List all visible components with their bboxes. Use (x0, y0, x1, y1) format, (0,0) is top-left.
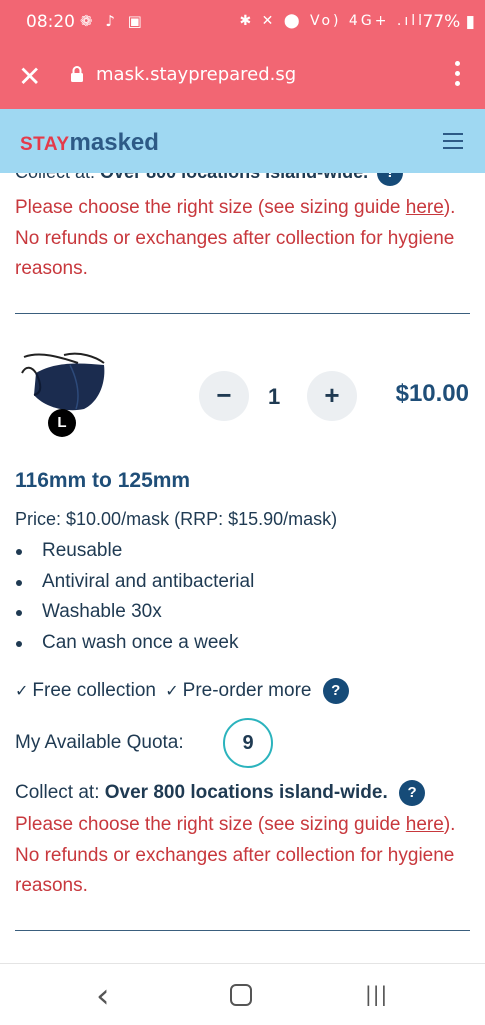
quantity-decrease-button[interactable]: − (199, 371, 249, 421)
collection-options: ✓ Free collection ✓ Pre-order more ? (15, 678, 349, 704)
page-content: Collect at: Over 800 locations island-wi… (0, 173, 485, 963)
more-menu-icon[interactable] (455, 61, 461, 91)
back-icon[interactable]: ‹ (96, 976, 110, 1016)
feature-item: Washable 30x (15, 597, 254, 628)
unit-price-text: Price: $10.00/mask (RRP: $15.90/mask) (15, 509, 338, 529)
size-range-title: 116mm to 125mm (15, 469, 191, 492)
help-icon[interactable]: ? (399, 780, 426, 806)
close-icon[interactable]: ✕ (18, 60, 41, 93)
help-icon[interactable]: ? (377, 173, 404, 186)
battery-level: 77% ▮ (422, 12, 475, 32)
url-text[interactable]: mask.stayprepared.sg (96, 64, 296, 85)
site-logo[interactable]: STAYmasked (20, 129, 159, 157)
feature-item: Can wash once a week (15, 628, 254, 659)
feature-list: Reusable Antiviral and antibacterial Was… (15, 536, 254, 658)
collect-info-partial: Collect at: Over 800 locations island-wi… (15, 173, 404, 186)
notification-icons: ❁ ♪ ▣ (80, 12, 146, 30)
divider (15, 930, 470, 931)
free-collection-text: Free collection (32, 680, 156, 702)
site-header: STAYmasked (0, 109, 485, 173)
feature-item: Reusable (15, 536, 254, 567)
home-icon[interactable] (230, 984, 252, 1006)
check-icon: ✓ (165, 681, 179, 701)
logo-masked: masked (69, 129, 159, 156)
system-icons: ✱ ✕ ⬤ Vo) 4G+ .ıll (239, 13, 425, 29)
browser-toolbar: ✕ mask.stayprepared.sg (0, 46, 485, 109)
help-icon[interactable]: ? (322, 678, 349, 704)
size-warning: Please choose the right size (see sizing… (15, 814, 456, 896)
quantity-value: 1 (268, 384, 281, 409)
sizing-guide-link[interactable]: here (406, 814, 444, 835)
status-time: 08:20 (26, 12, 75, 32)
collect-info: Collect at: Over 800 locations island-wi… (15, 780, 426, 806)
line-total: $10.00 (395, 380, 469, 407)
logo-stay: STAY (20, 134, 70, 155)
hamburger-menu-icon[interactable] (443, 133, 463, 154)
quantity-increase-button[interactable]: + (307, 371, 357, 421)
pre-order-text: Pre-order more (182, 680, 312, 702)
size-warning-partial: Please choose the right size (see sizing… (15, 197, 456, 279)
divider (15, 313, 470, 314)
feature-item: Antiviral and antibacterial (15, 567, 254, 598)
quota-value: 9 (223, 718, 273, 768)
lock-icon (71, 66, 83, 82)
check-icon: ✓ (15, 681, 29, 701)
quota-label: My Available Quota: (15, 732, 184, 753)
recents-icon[interactable]: ||| (365, 982, 388, 1006)
status-bar: 08:20 ❁ ♪ ▣ ✱ ✕ ⬤ Vo) 4G+ .ıll 77% ▮ (0, 0, 485, 46)
sizing-guide-link[interactable]: here (406, 197, 444, 218)
battery-icon: ▮ (465, 12, 475, 32)
size-badge: L (48, 409, 76, 437)
system-nav-bar: ‹ ||| (0, 963, 485, 1025)
